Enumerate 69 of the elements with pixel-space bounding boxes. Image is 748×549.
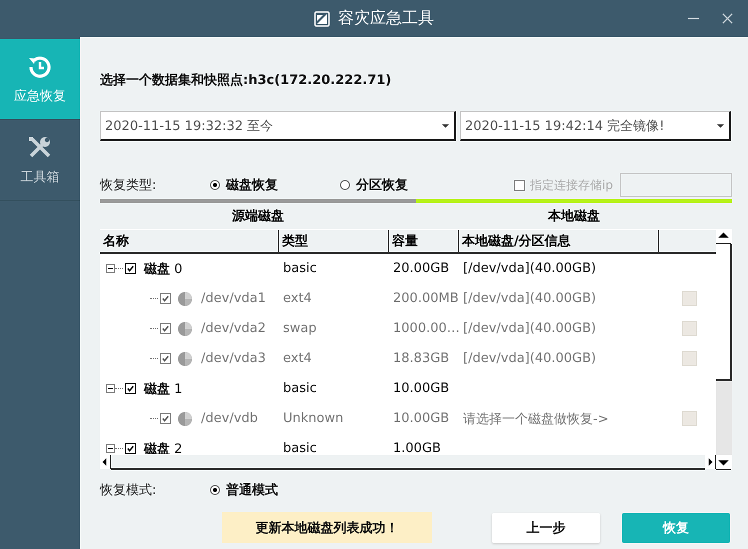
table-cell-text: 10.00GB [392,381,450,396]
pie-chart-icon [177,410,193,427]
column-header[interactable]: 类型 [279,230,389,252]
disk-name: 磁盘 0 [144,260,182,278]
pie-chart-icon [177,320,193,337]
collapse-icon[interactable] [106,264,115,274]
table-cell-text: swap [282,321,318,336]
table-cell-text: 200.00MB [392,291,459,306]
radio-label: 分区恢复 [356,177,408,194]
horizontal-scrollbar[interactable] [100,454,716,470]
window-title: 容灾应急工具 [338,8,434,29]
table-cell-text: Unknown [282,411,344,426]
status-message: 更新本地磁盘列表成功！ [222,512,432,543]
back-button[interactable]: 上一步 [492,512,600,542]
table-cell-text: [/dev/vda](40.00GB) [462,261,598,276]
radio-button[interactable] [340,180,350,190]
radio-label: 普通模式 [226,482,278,499]
vertical-scrollbar[interactable] [716,229,732,470]
collapse-icon[interactable] [106,444,115,454]
checkbox[interactable] [160,413,171,424]
checkbox[interactable] [125,443,136,454]
table-cell-text: 1000.00… [392,321,459,336]
table-cell-text: 20.00GB [392,261,450,276]
table-cell-text: 10.00GB [392,411,450,426]
checkbox[interactable] [125,383,136,394]
checkbox[interactable] [160,293,171,304]
disk-name: /dev/vdb [201,411,258,426]
sidebar-item[interactable]: 工具箱 [0,120,80,201]
table-cell-text: [/dev/vda](40.00GB) [462,291,598,306]
radio-label: 磁盘恢复 [226,177,278,194]
table-cell-text: [/dev/vda](40.00GB) [462,321,598,336]
table-cell-text: basic [282,381,318,396]
column-header[interactable]: 本地磁盘/分区信息 [459,230,659,252]
disk-name: /dev/vda1 [201,291,266,306]
table-cell-text: ext4 [282,291,313,306]
snapshot-dropdown[interactable]: 2020-11-15 19:32:32 至今 [100,111,456,141]
disk-name: 磁盘 1 [144,380,182,398]
disk-name: /dev/vda2 [201,321,266,336]
checkbox[interactable] [160,353,171,364]
close-icon[interactable] [721,12,734,25]
radio-button[interactable] [210,180,220,190]
snapshot-heading: 选择一个数据集和快照点:h3c(172.20.222.71) [100,72,392,89]
table-cell-text: basic [282,441,318,454]
table-cell-text: [/dev/vda](40.00GB) [462,351,598,366]
disk-name: 磁盘 2 [144,440,182,454]
app-logo-icon [314,10,330,26]
snapshot-dropdown[interactable]: 2020-11-15 19:42:14 完全镜像! [460,111,731,141]
radio-button[interactable] [210,485,220,495]
pie-chart-icon [177,350,193,367]
collapse-icon[interactable] [106,384,115,394]
table-cell-text: 请选择一个磁盘做恢复-> [462,410,610,428]
table-cell-text: 18.83GB [392,351,450,366]
caret-icon [441,122,450,128]
restore-mode-label: 恢复模式: [100,482,158,499]
checkbox-label: 指定连接存储ip [530,176,613,194]
checkbox[interactable] [160,323,171,334]
caret-icon [716,122,725,128]
scroll-left-icon[interactable] [100,455,111,470]
table-cell-text: ext4 [282,351,313,366]
table-cell-text: basic [282,261,318,276]
ip-input-field[interactable] [620,173,732,197]
table-cell-text: 1.00GB [392,441,442,454]
column-header[interactable]: 容量 [389,230,459,252]
column-header[interactable]: 名称 [100,230,279,252]
pie-chart-icon [177,290,193,307]
scroll-right-icon[interactable] [705,455,716,470]
disk-name: /dev/vda3 [201,351,266,366]
checkbox[interactable] [125,263,136,274]
restore-type-label: 恢复类型: [100,177,158,194]
